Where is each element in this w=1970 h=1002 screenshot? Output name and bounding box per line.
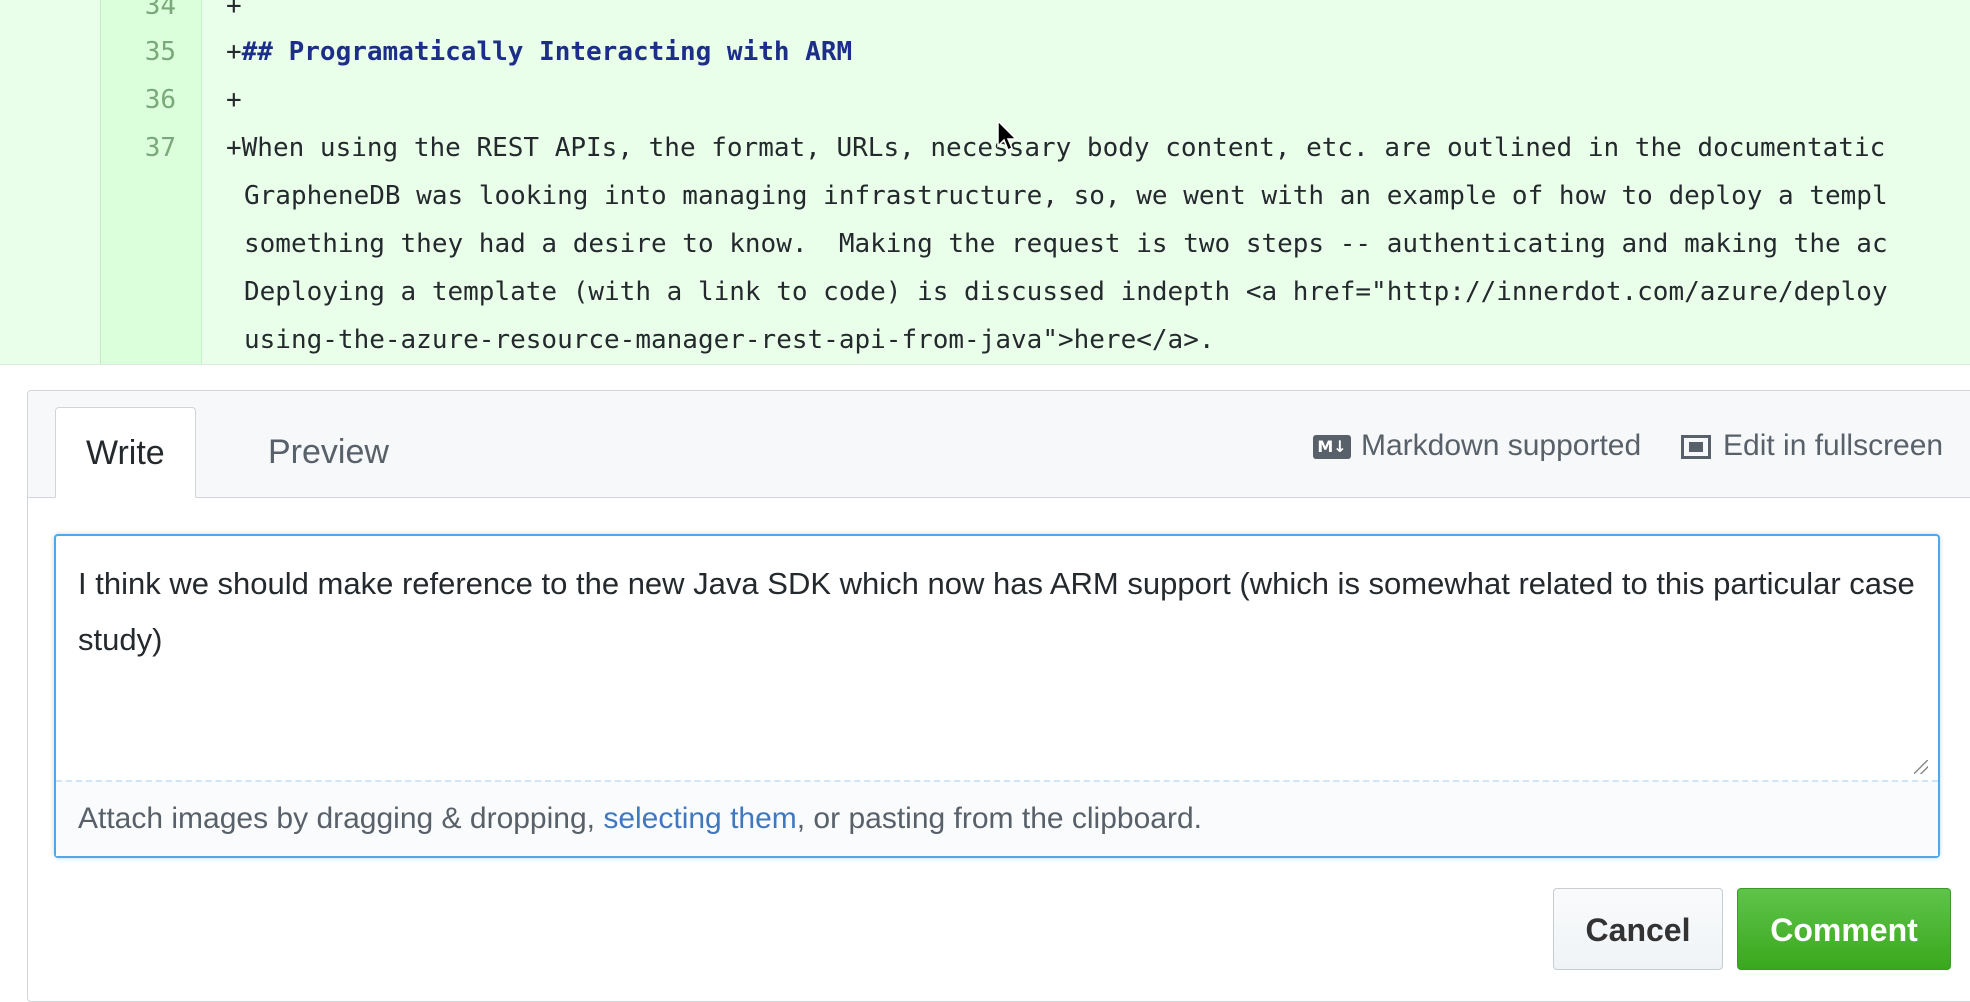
tab-preview[interactable]: Preview	[238, 407, 419, 497]
attach-text-end: , or pasting from the clipboard.	[796, 802, 1202, 835]
tab-write[interactable]: Write	[55, 407, 196, 498]
diff-line: 37 +When using the REST APIs, the format…	[0, 124, 1970, 172]
comment-button[interactable]: Comment	[1737, 888, 1951, 970]
code-line-wrap: something they had a desire to know. Mak…	[244, 229, 1888, 259]
comment-editor: I think we should make reference to the …	[54, 534, 1940, 858]
mouse-cursor-icon	[997, 120, 1018, 152]
code-line: +## Programatically Interacting with ARM	[226, 28, 852, 76]
comment-form: Write Preview M↓ Markdown supported Edit …	[27, 390, 1970, 1002]
edit-fullscreen-label: Edit in fullscreen	[1723, 429, 1944, 462]
markdown-supported-link[interactable]: M↓ Markdown supported	[1313, 429, 1641, 463]
image-attach-dropzone[interactable]: Attach images by dragging & dropping, se…	[56, 780, 1938, 856]
comment-tabbar: Write Preview M↓ Markdown supported Edit …	[28, 391, 1970, 498]
markdown-heading: ## Programatically Interacting with ARM	[241, 37, 853, 67]
code-line-wrap: using-the-azure-resource-manager-rest-ap…	[244, 325, 1215, 355]
edit-fullscreen-button[interactable]: Edit in fullscreen	[1681, 429, 1943, 463]
code-line-wrap: Deploying a template (with a link to cod…	[244, 277, 1888, 307]
attach-text: Attach images by dragging & dropping,	[78, 802, 604, 835]
line-number[interactable]: 37	[100, 124, 176, 172]
code-line: +	[226, 85, 242, 115]
markdown-supported-label: Markdown supported	[1361, 429, 1642, 462]
fullscreen-icon	[1681, 435, 1711, 460]
resize-handle-icon[interactable]	[1914, 760, 1928, 774]
code-line: +	[226, 0, 242, 21]
comment-textarea[interactable]: I think we should make reference to the …	[56, 536, 1938, 780]
diff-view: 34 + 35 +## Programatically Interacting …	[0, 0, 1970, 365]
diff-prefix: +	[226, 37, 242, 67]
line-number[interactable]: 35	[100, 28, 176, 76]
line-number[interactable]: 34	[100, 0, 176, 30]
code-line-wrap: GrapheneDB was looking into managing inf…	[244, 181, 1888, 211]
cancel-button[interactable]: Cancel	[1553, 888, 1723, 970]
diff-line: 35 +## Programatically Interacting with …	[0, 28, 1970, 76]
markdown-icon: M↓	[1313, 435, 1351, 460]
line-number[interactable]: 36	[100, 76, 176, 124]
diff-line: 36 +	[0, 76, 1970, 124]
select-images-link[interactable]: selecting them	[603, 802, 796, 835]
diff-line: 34 +	[0, 0, 1970, 30]
code-line: +When using the REST APIs, the format, U…	[226, 133, 1886, 163]
